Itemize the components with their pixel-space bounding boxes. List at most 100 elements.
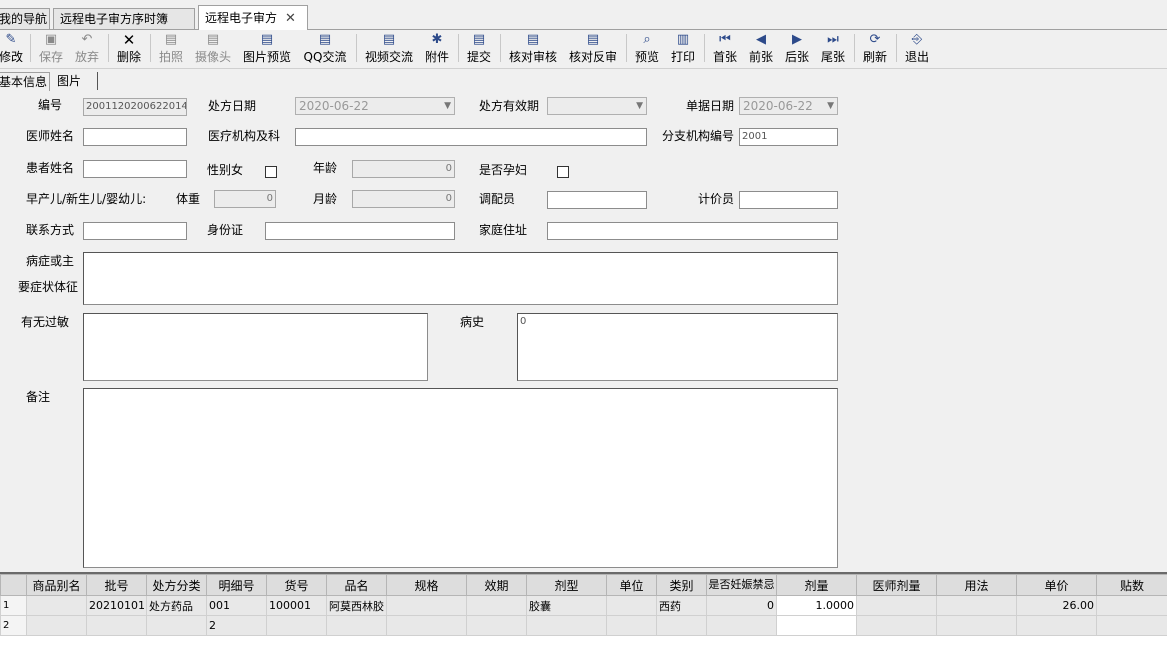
table-cell[interactable] [387, 616, 467, 636]
column-header[interactable]: 效期 [467, 575, 527, 596]
rx-date-picker[interactable]: 2020-06-22▼ [295, 97, 455, 115]
column-header[interactable]: 是否妊娠禁忌 [707, 575, 777, 596]
table-cell[interactable] [267, 616, 327, 636]
qq-chat-button[interactable]: ▤QQ交流 [302, 31, 348, 67]
first-record-button[interactable]: ⏮首张 [712, 31, 738, 67]
save-button[interactable]: ▣保存 [38, 31, 64, 67]
table-cell[interactable] [607, 616, 657, 636]
table-cell[interactable] [937, 596, 1017, 616]
remark-textarea[interactable] [83, 388, 838, 568]
number-field[interactable]: 20011202006220144 [83, 98, 187, 116]
column-header[interactable]: 批号 [87, 575, 147, 596]
print-preview-button[interactable]: ⌕预览 [634, 31, 660, 67]
attachment-button[interactable]: ✱附件 [424, 31, 450, 67]
table-cell[interactable] [1017, 616, 1097, 636]
table-row[interactable]: 1 20210101 处方药品 001 100001 阿莫西林胶 胶囊 西药 0… [1, 596, 1167, 616]
tab-basic-info[interactable]: 基本信息 [0, 72, 50, 91]
unreview-button[interactable]: ▤核对反审 [568, 31, 618, 67]
id-card-field[interactable] [265, 222, 455, 240]
table-cell[interactable] [467, 616, 527, 636]
column-header[interactable]: 医师剂量 [857, 575, 937, 596]
branch-number-field[interactable]: 2001 [739, 128, 838, 146]
doc-date-picker[interactable]: 2020-06-22▼ [739, 97, 838, 115]
table-cell[interactable]: 2 [207, 616, 267, 636]
table-cell[interactable] [1097, 616, 1167, 636]
delete-button[interactable]: ✕删除 [116, 31, 142, 67]
column-header[interactable]: 规格 [387, 575, 467, 596]
table-cell[interactable]: 001 [207, 596, 267, 616]
table-cell[interactable] [27, 616, 87, 636]
table-cell[interactable] [857, 616, 937, 636]
tab-remote-prescription[interactable]: 远程电子审方✕ [198, 5, 308, 30]
allergy-textarea[interactable] [83, 313, 428, 381]
table-cell[interactable] [387, 596, 467, 616]
table-cell[interactable] [27, 596, 87, 616]
table-cell[interactable]: 胶囊 [527, 596, 607, 616]
previous-record-button[interactable]: ◀前张 [748, 31, 774, 67]
column-header[interactable]: 单价 [1017, 575, 1097, 596]
age-field[interactable]: 0 [352, 160, 455, 178]
next-record-button[interactable]: ▶后张 [784, 31, 810, 67]
table-cell[interactable]: 20210101 [87, 596, 147, 616]
table-cell[interactable] [147, 616, 207, 636]
last-record-button[interactable]: ⏭尾张 [820, 31, 846, 67]
rx-valid-select[interactable]: ▼ [547, 97, 647, 115]
female-checkbox[interactable] [265, 166, 277, 178]
dispenser-field[interactable] [547, 191, 647, 209]
column-header[interactable]: 剂型 [527, 575, 607, 596]
column-header[interactable]: 单位 [607, 575, 657, 596]
table-cell[interactable]: 0 [707, 596, 777, 616]
video-chat-button[interactable]: ▤视频交流 [364, 31, 414, 67]
column-header[interactable] [1, 575, 27, 596]
table-cell[interactable]: 西药 [657, 596, 707, 616]
column-header[interactable]: 明细号 [207, 575, 267, 596]
print-button[interactable]: ▥打印 [670, 31, 696, 67]
column-header[interactable]: 剂量 [777, 575, 857, 596]
pricer-field[interactable] [739, 191, 838, 209]
table-row[interactable]: 2 2 [1, 616, 1167, 636]
photo-button[interactable]: ▤拍照 [158, 31, 184, 67]
column-header[interactable]: 货号 [267, 575, 327, 596]
tab-my-navigation[interactable]: 我的导航 [0, 8, 50, 29]
column-header[interactable]: 类别 [657, 575, 707, 596]
review-button[interactable]: ▤核对审核 [508, 31, 558, 67]
institution-field[interactable] [295, 128, 647, 146]
edit-button[interactable]: ✎修改 [0, 31, 24, 67]
table-cell[interactable] [327, 616, 387, 636]
column-header[interactable]: 处方分类 [147, 575, 207, 596]
table-cell[interactable] [857, 596, 937, 616]
doctor-name-field[interactable] [83, 128, 187, 146]
submit-button[interactable]: ▤提交 [466, 31, 492, 67]
table-cell[interactable]: 26.00 [1017, 596, 1097, 616]
table-cell[interactable] [937, 616, 1017, 636]
table-cell[interactable] [467, 596, 527, 616]
weight-field[interactable]: 0 [214, 190, 276, 208]
table-cell[interactable] [87, 616, 147, 636]
tab-images[interactable]: 图片 [55, 72, 98, 90]
month-age-field[interactable]: 0 [352, 190, 455, 208]
table-cell[interactable] [607, 596, 657, 616]
table-cell[interactable] [707, 616, 777, 636]
history-textarea[interactable]: 0 [517, 313, 838, 381]
discard-button[interactable]: ↶放弃 [74, 31, 100, 67]
address-field[interactable] [547, 222, 838, 240]
table-cell[interactable] [1097, 596, 1167, 616]
tab-prescription-log[interactable]: 远程电子审方序时簿 [53, 8, 195, 29]
table-cell[interactable]: 处方药品 [147, 596, 207, 616]
column-header[interactable]: 贴数 [1097, 575, 1167, 596]
close-icon[interactable]: ✕ [285, 11, 296, 26]
dosage-cell[interactable]: 1.0000 [777, 596, 857, 616]
exit-button[interactable]: ⎆退出 [904, 31, 930, 67]
table-cell[interactable] [657, 616, 707, 636]
column-header[interactable]: 用法 [937, 575, 1017, 596]
pregnant-checkbox[interactable] [557, 166, 569, 178]
refresh-button[interactable]: ⟳刷新 [862, 31, 888, 67]
symptom-textarea[interactable] [83, 252, 838, 305]
image-preview-button[interactable]: ▤图片预览 [242, 31, 292, 67]
patient-name-field[interactable] [83, 160, 187, 178]
column-header[interactable]: 品名 [327, 575, 387, 596]
dosage-cell[interactable] [777, 616, 857, 636]
table-cell[interactable] [527, 616, 607, 636]
table-cell[interactable]: 100001 [267, 596, 327, 616]
contact-field[interactable] [83, 222, 187, 240]
